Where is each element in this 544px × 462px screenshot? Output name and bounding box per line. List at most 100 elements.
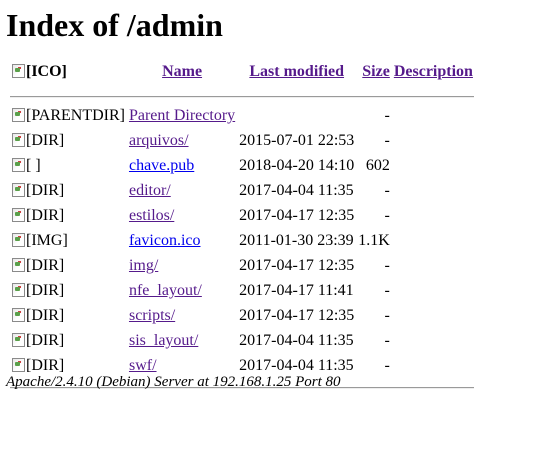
file-link-nfe-layout[interactable]: nfe_layout/ [129,282,202,299]
header-description: Description [393,62,474,88]
header-last-modified: Last modified [238,62,355,88]
header-icon-cell: [ICO] [10,62,126,88]
row-modified: 2018-04-20 14:10 [239,157,355,174]
row-name-cell: arquivos/ [128,131,236,154]
folder-icon: [DIR] [11,357,64,375]
sort-by-name-link[interactable]: Name [162,63,202,80]
table-row: [DIR] nfe_layout/ 2017-04-17 11:41 - [10,281,474,304]
folder-icon: [DIR] [11,257,64,275]
file-link-sis-layout[interactable]: sis_layout/ [129,332,198,349]
row-name-cell: sis_layout/ [128,331,236,354]
parent-directory-link[interactable]: Parent Directory [129,107,235,124]
table-header-row: [ICO] Name Last modified Size Descriptio… [10,62,474,88]
row-icon-cell: [DIR] [10,306,126,329]
row-icon-alt: [DIR] [26,332,65,349]
header-size: Size [357,62,391,88]
row-icon-alt: [DIR] [26,282,65,299]
folder-icon: [DIR] [11,307,64,325]
row-modified [238,106,355,129]
top-rule-row [10,90,474,104]
folder-icon: [DIR] [11,182,64,200]
row-size: - [384,357,390,374]
row-size: - [384,332,390,349]
row-description [393,281,474,304]
row-modified: 2015-07-01 22:53 [239,132,355,149]
table-row: [DIR] editor/ 2017-04-04 11:35 - [10,181,474,204]
row-icon-cell: [DIR] [10,131,126,154]
server-signature: Apache/2.4.10 (Debian) Server at 192.168… [6,374,341,390]
table-row: [IMG] favicon.ico 2011-01-30 23:39 1.1K [10,231,474,254]
row-name-cell: nfe_layout/ [128,281,236,304]
file-link-swf[interactable]: swf/ [129,357,157,374]
row-icon-cell: [DIR] [10,181,126,204]
row-icon-alt: [IMG] [26,232,68,249]
file-link-favicon[interactable]: favicon.ico [129,232,201,249]
parent-directory-icon: [PARENTDIR] [11,107,125,125]
row-size: - [384,107,390,124]
file-table: [ICO] Name Last modified Size Descriptio… [8,60,476,397]
row-description [393,306,474,329]
folder-icon: [DIR] [11,332,64,350]
row-name-cell: img/ [128,256,236,279]
row-icon-alt: [DIR] [26,307,65,324]
row-modified: 2017-04-04 11:35 [239,332,354,349]
row-icon-alt: [DIR] [26,207,65,224]
row-icon-cell: [ ] [10,156,126,179]
table-row: [DIR] scripts/ 2017-04-17 12:35 - [10,306,474,329]
sort-by-description-link[interactable]: Description [394,63,473,80]
row-description [393,331,474,354]
row-modified: 2017-04-04 11:35 [239,182,354,199]
row-name-cell: chave.pub [128,156,236,179]
row-description [393,356,474,379]
broken-image-icon: [ICO] [11,63,67,81]
row-modified: 2017-04-17 11:41 [239,282,354,299]
row-description [393,206,474,229]
row-name-cell: Parent Directory [128,106,236,129]
row-modified: 2017-04-17 12:35 [239,207,355,224]
file-link-chave-pub[interactable]: chave.pub [129,157,194,174]
row-name-cell: estilos/ [128,206,236,229]
header-name: Name [128,62,236,88]
image-file-icon: [IMG] [11,232,68,250]
table-row: [DIR] sis_layout/ 2017-04-04 11:35 - [10,331,474,354]
sort-by-size-link[interactable]: Size [362,63,390,80]
file-link-estilos[interactable]: estilos/ [129,207,174,224]
row-size: - [384,257,390,274]
table-row: [ ] chave.pub 2018-04-20 14:10 602 [10,156,474,179]
row-icon-cell: [IMG] [10,231,126,254]
top-divider [10,96,474,98]
row-modified: 2017-04-17 12:35 [239,257,355,274]
row-icon-cell: [PARENTDIR] [10,106,126,129]
row-icon-alt: [DIR] [26,132,65,149]
page-title: Index of /admin [6,7,223,43]
top-rule-cell [10,90,474,104]
row-size: - [384,182,390,199]
folder-icon: [DIR] [11,207,64,225]
row-name-cell: editor/ [128,181,236,204]
row-description [393,106,474,129]
file-link-arquivos[interactable]: arquivos/ [129,132,189,149]
row-icon-cell: [DIR] [10,206,126,229]
table-row: [DIR] estilos/ 2017-04-17 12:35 - [10,206,474,229]
row-modified: 2011-01-30 23:39 [239,232,354,249]
row-description [393,131,474,154]
row-icon-alt: [DIR] [26,357,65,374]
file-link-scripts[interactable]: scripts/ [129,307,175,324]
row-icon-cell: [DIR] [10,281,126,304]
row-name-cell: favicon.ico [128,231,236,254]
row-icon-alt: [DIR] [26,182,65,199]
file-icon: [ ] [11,157,41,175]
row-name-cell: scripts/ [128,306,236,329]
row-icon-cell: [DIR] [10,256,126,279]
folder-icon: [DIR] [11,282,64,300]
file-link-editor[interactable]: editor/ [129,182,171,199]
table-row: [DIR] arquivos/ 2015-07-01 22:53 - [10,131,474,154]
table-row: [DIR] img/ 2017-04-17 12:35 - [10,256,474,279]
row-description [393,156,474,179]
row-icon-alt: [DIR] [26,257,65,274]
file-link-img[interactable]: img/ [129,257,158,274]
row-size: - [384,132,390,149]
sort-by-last-modified-link[interactable]: Last modified [249,63,344,80]
row-modified: 2017-04-17 12:35 [239,307,355,324]
row-description [393,256,474,279]
